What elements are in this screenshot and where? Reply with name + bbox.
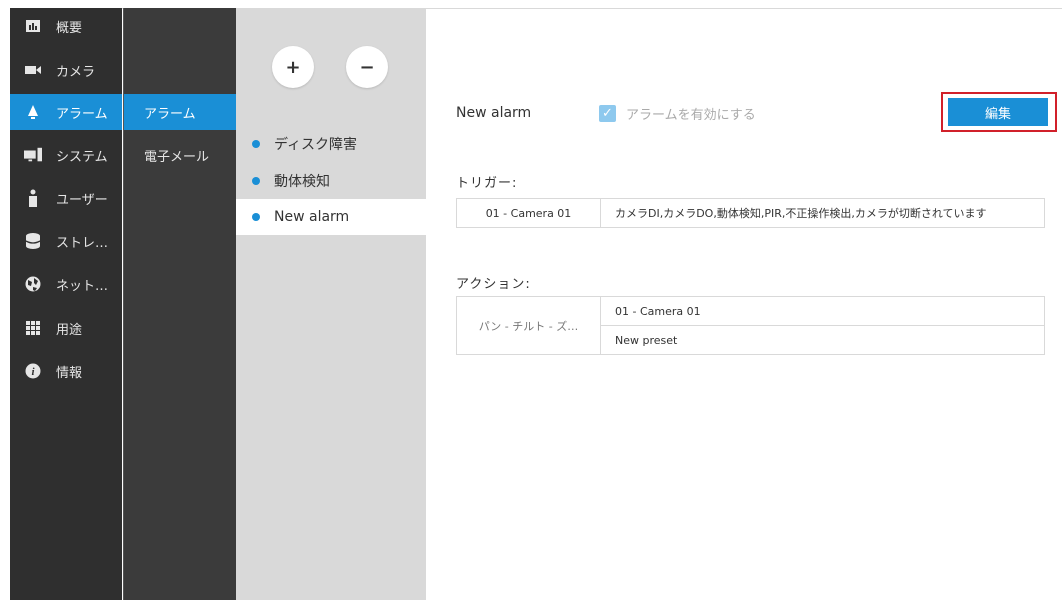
table-row: パン - チルト - ズ… 01 - Camera 01 bbox=[456, 296, 1045, 355]
nav-label: 概要 bbox=[56, 20, 83, 36]
computer-icon bbox=[24, 146, 42, 164]
nav-label: ユーザー bbox=[56, 192, 108, 208]
alarm-list-panel: + − ディスク障害 動体検知 New alarm bbox=[236, 8, 426, 600]
nav-item-camera[interactable]: カメラ bbox=[10, 52, 122, 88]
nav-item-user[interactable]: ユーザー bbox=[10, 180, 122, 216]
camera-icon bbox=[24, 61, 42, 79]
alarm-detail-panel: New alarm ✓ アラームを有効にする 編集 トリガー: 01 - Cam… bbox=[426, 8, 1062, 600]
bell-icon bbox=[24, 103, 42, 121]
nav-item-system[interactable]: システム bbox=[10, 137, 122, 173]
alarm-item-label: 動体検知 bbox=[274, 174, 330, 190]
nav-label: アラーム bbox=[56, 106, 108, 122]
user-icon bbox=[24, 189, 42, 207]
action-table: パン - チルト - ズ… 01 - Camera 01 New preset bbox=[456, 296, 1045, 355]
action-type: パン - チルト - ズ… bbox=[456, 296, 601, 355]
alarm-list-item[interactable]: ディスク障害 bbox=[236, 126, 426, 162]
alarm-item-label: ディスク障害 bbox=[274, 137, 358, 153]
action-camera: 01 - Camera 01 bbox=[600, 296, 1045, 326]
nav-label: ストレ… bbox=[56, 235, 109, 251]
table-row: 01 - Camera 01 カメラDI,カメラDO,動体検知,PIR,不正操作… bbox=[456, 198, 1045, 228]
nav-label: 用途 bbox=[56, 322, 83, 338]
edit-button[interactable]: 編集 bbox=[948, 98, 1048, 126]
trigger-label: トリガー: bbox=[456, 176, 518, 191]
nav-item-applications[interactable]: 用途 bbox=[10, 310, 122, 346]
nav-item-alarm[interactable]: アラーム bbox=[10, 94, 122, 130]
alarm-list-item[interactable]: New alarm bbox=[236, 199, 426, 235]
database-icon bbox=[24, 232, 42, 250]
trigger-table: 01 - Camera 01 カメラDI,カメラDO,動体検知,PIR,不正操作… bbox=[456, 198, 1045, 228]
bullet-icon bbox=[252, 213, 260, 221]
nav-item-network[interactable]: ネット… bbox=[10, 266, 122, 302]
alarm-item-label: New alarm bbox=[274, 209, 350, 225]
grid-icon bbox=[24, 319, 42, 337]
chart-icon bbox=[24, 17, 42, 35]
nav-label: システム bbox=[56, 149, 108, 165]
enable-alarm-toggle[interactable]: ✓ アラームを有効にする bbox=[599, 104, 756, 123]
bullet-icon bbox=[252, 140, 260, 148]
nav-item-overview[interactable]: 概要 bbox=[10, 8, 122, 44]
main-nav: 概要 カメラ アラーム システム ユーザー ストレ… ネット… 用途 i 情報 bbox=[10, 8, 122, 600]
action-preset: New preset bbox=[600, 325, 1045, 355]
enable-alarm-label: アラームを有効にする bbox=[626, 108, 756, 123]
info-icon: i bbox=[24, 362, 42, 380]
nav-label: 情報 bbox=[56, 365, 83, 381]
sub-nav: アラーム 電子メール bbox=[123, 8, 237, 600]
remove-alarm-button[interactable]: − bbox=[346, 46, 388, 88]
subnav-item-email[interactable]: 電子メール bbox=[124, 137, 237, 173]
bullet-icon bbox=[252, 177, 260, 185]
trigger-events: カメラDI,カメラDO,動体検知,PIR,不正操作検出,カメラが切断されています bbox=[600, 198, 1045, 228]
alarm-name: New alarm bbox=[456, 105, 532, 121]
nav-item-storage[interactable]: ストレ… bbox=[10, 223, 122, 259]
alarm-list-item[interactable]: 動体検知 bbox=[236, 163, 426, 199]
nav-label: カメラ bbox=[56, 64, 96, 80]
action-label: アクション: bbox=[456, 277, 531, 292]
nav-label: ネット… bbox=[56, 278, 109, 294]
trigger-camera: 01 - Camera 01 bbox=[456, 198, 601, 228]
checkbox-checked-icon[interactable]: ✓ bbox=[599, 105, 616, 122]
add-alarm-button[interactable]: + bbox=[272, 46, 314, 88]
nav-item-info[interactable]: i 情報 bbox=[10, 353, 122, 389]
globe-icon bbox=[24, 275, 42, 293]
subnav-item-alarm[interactable]: アラーム bbox=[124, 94, 237, 130]
